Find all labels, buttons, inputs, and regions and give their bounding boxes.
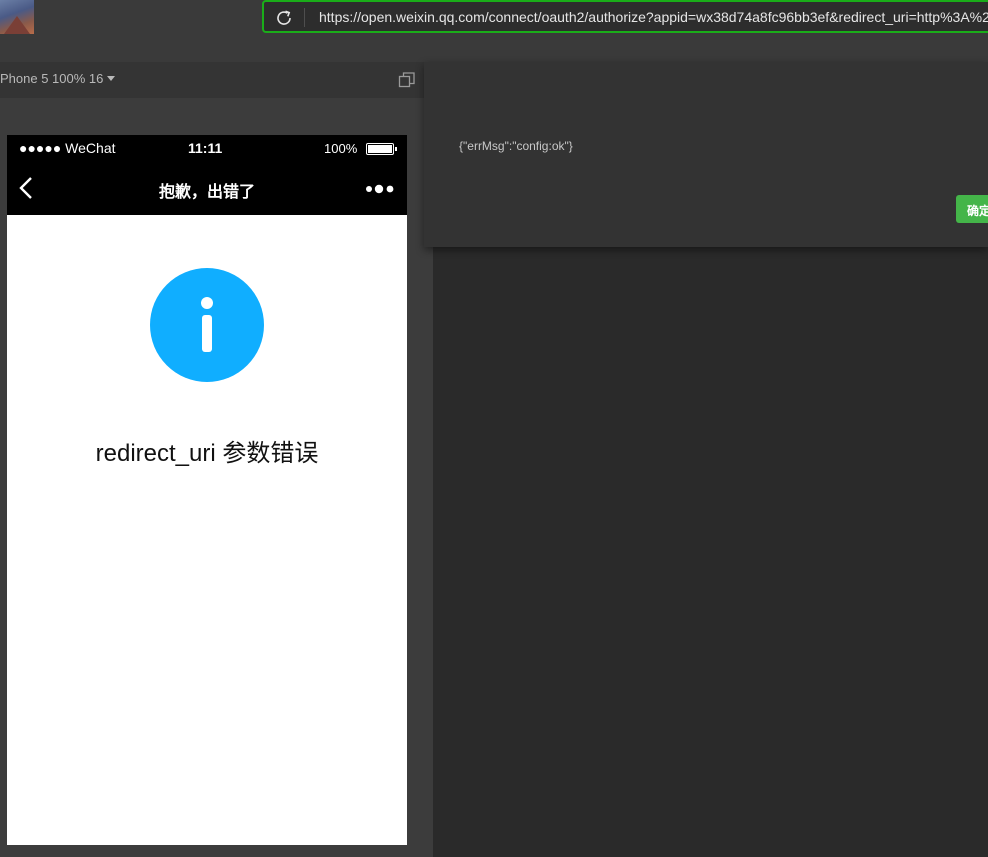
chevron-down-icon: [107, 76, 116, 81]
result-dialog: {"errMsg":"config:ok"} 确定: [424, 62, 988, 247]
confirm-button[interactable]: 确定: [956, 195, 988, 223]
status-battery-percent: 100%: [324, 141, 358, 156]
status-bar: ●●●●● WeChat 11:11 100%: [7, 135, 407, 161]
error-message: redirect_uri 参数错误: [95, 440, 319, 467]
address-bar[interactable]: https://open.weixin.qq.com/connect/oauth…: [262, 0, 988, 33]
user-avatar[interactable]: [0, 0, 34, 34]
battery-icon: [366, 143, 397, 155]
device-toolbar: Phone 5 100% 16: [0, 62, 424, 98]
reload-icon[interactable]: [274, 8, 294, 28]
page-title: 抱歉，出错了: [158, 184, 255, 201]
status-time: 11:11: [188, 140, 223, 156]
dialog-message: {"errMsg":"config:ok"}: [459, 139, 573, 153]
status-carrier: ●●●●● WeChat: [19, 140, 116, 156]
info-icon: [150, 268, 264, 382]
phone-screen: ●●●●● WeChat 11:11 100% 抱歉，出错了 redirect_…: [7, 135, 407, 845]
nav-bar: 抱歉，出错了: [7, 161, 407, 215]
url-input[interactable]: https://open.weixin.qq.com/connect/oauth…: [319, 9, 988, 25]
popout-icon[interactable]: [398, 71, 416, 89]
device-selector[interactable]: Phone 5 100% 16: [0, 71, 116, 86]
more-dots-icon[interactable]: [365, 184, 395, 194]
device-label: Phone 5 100% 16: [0, 71, 104, 86]
top-toolbar: https://open.weixin.qq.com/connect/oauth…: [0, 0, 988, 62]
url-divider: [304, 8, 305, 27]
